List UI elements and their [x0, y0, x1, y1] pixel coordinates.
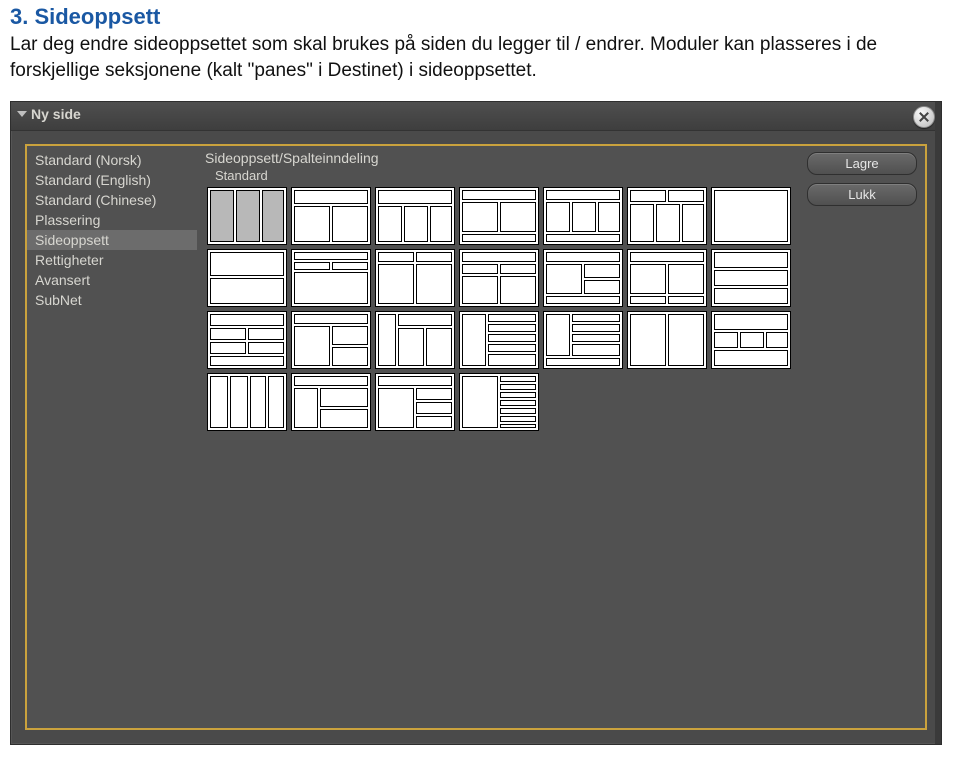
sidebar-item-standard-norsk[interactable]: Standard (Norsk) — [27, 150, 197, 170]
doc-section-body: Lar deg endre sideoppsettet som skal bru… — [10, 32, 950, 83]
layout-thumbnail[interactable] — [543, 249, 623, 307]
selected-layout-label: Standard — [215, 168, 795, 183]
layout-thumbnail[interactable] — [207, 311, 287, 369]
window-title: Ny side — [31, 106, 81, 122]
layout-thumbnail[interactable] — [543, 187, 623, 245]
layout-thumbnail[interactable] — [375, 311, 455, 369]
layout-thumbnail[interactable] — [291, 187, 371, 245]
layout-thumbnail[interactable] — [711, 187, 791, 245]
save-button[interactable]: Lagre — [807, 152, 917, 175]
sidebar-item-rettigheter[interactable]: Rettigheter — [27, 250, 197, 270]
action-buttons: Lagre Lukk — [807, 152, 917, 214]
main-panel: Sideoppsett/Spalteinndeling Standard — [205, 150, 795, 724]
layout-thumbnail[interactable] — [375, 187, 455, 245]
sidebar-item-sideoppsett[interactable]: Sideoppsett — [27, 230, 197, 250]
layout-thumbnail[interactable] — [459, 373, 539, 431]
app-window: Ny side Standard (Norsk) Standard (Engli… — [10, 101, 942, 745]
layout-thumbnail[interactable] — [627, 187, 707, 245]
sidebar-item-label: Avansert — [35, 272, 90, 288]
sidebar: Standard (Norsk) Standard (English) Stan… — [27, 146, 197, 310]
layout-thumbnail[interactable] — [207, 373, 287, 431]
sidebar-item-avansert[interactable]: Avansert — [27, 270, 197, 290]
layout-thumbnail[interactable] — [711, 249, 791, 307]
layout-thumbnail-grid — [205, 185, 795, 433]
layout-thumbnail[interactable] — [291, 373, 371, 431]
sidebar-item-subnet[interactable]: SubNet — [27, 290, 197, 310]
workspace-panel: Standard (Norsk) Standard (English) Stan… — [25, 144, 927, 730]
sidebar-item-label: Standard (Norsk) — [35, 152, 142, 168]
layout-thumbnail[interactable] — [459, 311, 539, 369]
layout-thumbnail[interactable] — [459, 249, 539, 307]
layout-thumbnail[interactable] — [459, 187, 539, 245]
sidebar-item-standard-english[interactable]: Standard (English) — [27, 170, 197, 190]
sidebar-item-label: Standard (Chinese) — [35, 192, 156, 208]
sidebar-item-label: Rettigheter — [35, 252, 103, 268]
layout-thumbnail[interactable] — [207, 187, 287, 245]
layout-thumbnail[interactable] — [375, 373, 455, 431]
window-edge-strip — [935, 102, 941, 744]
layout-thumbnail[interactable] — [375, 249, 455, 307]
layout-thumbnail[interactable] — [291, 249, 371, 307]
close-icon[interactable] — [913, 106, 935, 128]
sidebar-item-label: Plassering — [35, 212, 100, 228]
layout-thumbnail[interactable] — [291, 311, 371, 369]
dropdown-arrow-icon[interactable] — [17, 111, 27, 117]
sidebar-item-label: SubNet — [35, 292, 82, 308]
window-titlebar: Ny side — [11, 102, 941, 131]
sidebar-item-label: Sideoppsett — [35, 232, 109, 248]
sidebar-item-plassering[interactable]: Plassering — [27, 210, 197, 230]
close-button[interactable]: Lukk — [807, 183, 917, 206]
sidebar-item-label: Standard (English) — [35, 172, 151, 188]
layout-thumbnail[interactable] — [627, 311, 707, 369]
doc-section-heading: 3. Sideoppsett — [10, 4, 950, 30]
layout-thumbnail[interactable] — [711, 311, 791, 369]
layout-thumbnail[interactable] — [207, 249, 287, 307]
sidebar-item-standard-chinese[interactable]: Standard (Chinese) — [27, 190, 197, 210]
main-panel-title: Sideoppsett/Spalteinndeling — [205, 150, 795, 166]
layout-thumbnail[interactable] — [627, 249, 707, 307]
layout-thumbnail[interactable] — [543, 311, 623, 369]
